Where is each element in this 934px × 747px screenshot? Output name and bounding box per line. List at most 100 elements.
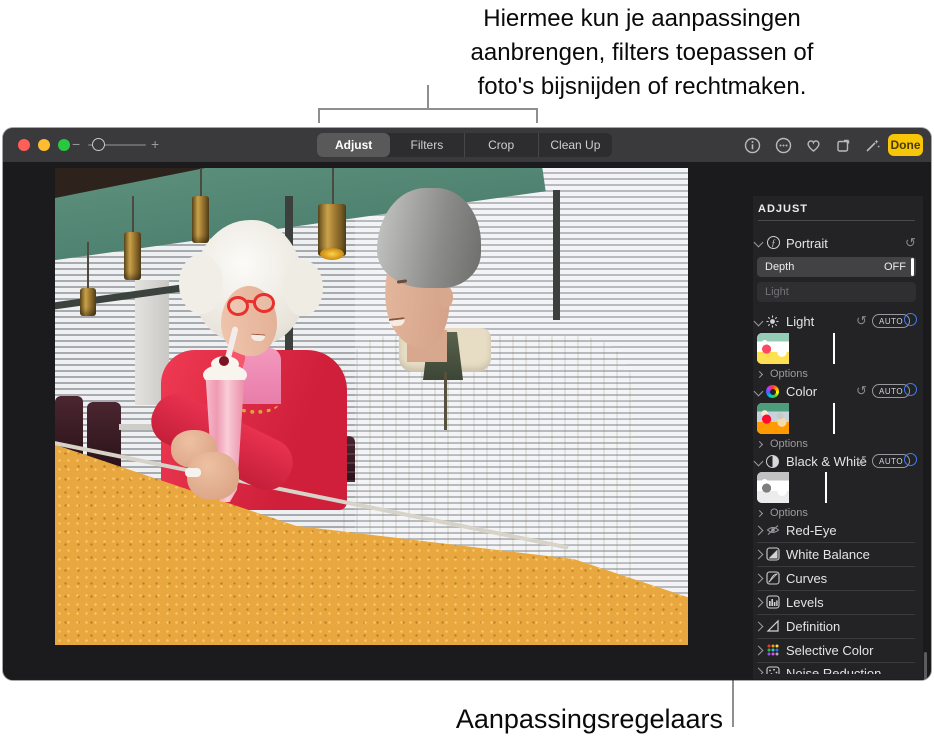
tab-clean-up[interactable]: Clean Up	[538, 133, 612, 157]
info-icon[interactable]	[744, 137, 761, 154]
black-and-white-enabled-toggle[interactable]	[904, 453, 917, 466]
tool-curves[interactable]: Curves	[786, 571, 827, 586]
tool-levels[interactable]: Levels	[786, 595, 824, 610]
black-and-white-strip-marker[interactable]	[825, 472, 827, 503]
chevron-right-icon[interactable]	[754, 550, 764, 560]
black-and-white-thumbnail-strip[interactable]	[757, 472, 916, 503]
callout-top-line1: Hiermee kun je aanpassingen	[402, 2, 882, 36]
pendant-lamp	[80, 288, 96, 316]
light-section-label[interactable]: Light	[786, 314, 814, 329]
reset-portrait-icon[interactable]: ↺	[905, 235, 916, 251]
window-mullion-right	[553, 190, 560, 320]
divider	[757, 566, 915, 567]
photo-canvas[interactable]	[55, 168, 688, 645]
done-button[interactable]: Done	[888, 134, 923, 156]
lamp-cord	[200, 168, 202, 198]
color-strip-marker[interactable]	[833, 403, 835, 434]
man-hair	[377, 188, 481, 288]
adjust-sidebar-scroll-area[interactable]: ADJUST ƒ Portrait ↺ Depth OFF Light	[753, 202, 921, 674]
depth-field[interactable]: Depth OFF	[757, 257, 916, 277]
light-strip-marker[interactable]	[833, 333, 835, 364]
zoom-slider-knob[interactable]	[92, 138, 105, 151]
tool-selective-color[interactable]: Selective Color	[786, 643, 873, 658]
callout-top-bracket-line	[318, 108, 538, 110]
tool-noise-reduction[interactable]: Noise Reduction	[786, 666, 881, 674]
milkshake-cherry	[219, 356, 229, 366]
levels-icon	[766, 595, 780, 609]
sidebar-header-divider	[758, 220, 915, 221]
callout-bottom-label: Aanpassingsregelaars	[0, 704, 723, 735]
pendant-lamp	[124, 232, 141, 280]
chevron-right-icon[interactable]	[754, 598, 764, 608]
man-ear	[439, 286, 453, 308]
rotate-icon[interactable]	[835, 137, 852, 154]
callout-top-line2: aanbrengen, filters toepassen of	[402, 36, 882, 70]
portrait-light-label: Light	[765, 286, 789, 298]
edit-mode-segmented-control: Adjust Filters Crop Clean Up	[317, 133, 612, 157]
light-options-link[interactable]: Options	[770, 368, 808, 380]
lamp-cord	[332, 168, 334, 206]
tab-filters[interactable]: Filters	[390, 133, 463, 157]
light-sun-icon	[766, 315, 779, 328]
auto-enhance-wand-icon[interactable]	[864, 137, 881, 154]
color-enabled-toggle[interactable]	[904, 383, 917, 396]
depth-slider-handle[interactable]	[911, 258, 914, 276]
sidebar-header: ADJUST	[758, 203, 808, 215]
sidebar-scrollbar-thumb[interactable]	[924, 652, 927, 680]
bottom-bar: Portrait	[3, 679, 931, 680]
light-thumbnail-strip[interactable]	[757, 333, 916, 364]
red-eye-icon	[766, 523, 780, 537]
color-options-link[interactable]: Options	[770, 438, 808, 450]
chevron-right-icon[interactable]	[754, 668, 764, 674]
fullscreen-window-button[interactable]	[58, 139, 70, 151]
adjust-sidebar: ADJUST ƒ Portrait ↺ Depth OFF Light	[753, 196, 923, 680]
tool-definition[interactable]: Definition	[786, 619, 840, 634]
divider	[757, 542, 915, 543]
color-thumbnail-strip[interactable]	[757, 403, 916, 434]
chevron-right-icon[interactable]	[754, 622, 764, 632]
light-enabled-toggle[interactable]	[904, 313, 917, 326]
chevron-right-icon[interactable]	[754, 646, 764, 656]
chevron-right-icon[interactable]	[754, 526, 764, 536]
color-wheel-icon	[766, 385, 779, 398]
noise-reduction-icon	[766, 666, 780, 674]
photos-edit-window: − + Adjust Filters Crop Clean Up	[3, 128, 931, 680]
tool-red-eye[interactable]: Red-Eye	[786, 523, 837, 538]
portrait-f-icon: ƒ	[767, 236, 780, 249]
divider	[757, 638, 915, 639]
more-icon[interactable]	[775, 137, 792, 154]
chevron-right-icon[interactable]	[756, 441, 763, 448]
chevron-down-icon[interactable]	[754, 317, 764, 327]
chevron-down-icon[interactable]	[754, 238, 764, 248]
selective-color-icon	[766, 643, 780, 657]
chevron-right-icon[interactable]	[754, 574, 764, 584]
divider	[757, 590, 915, 591]
chevron-down-icon[interactable]	[754, 457, 764, 467]
titlebar: − + Adjust Filters Crop Clean Up	[3, 128, 931, 162]
black-and-white-section-label[interactable]: Black & White	[786, 454, 867, 469]
pendant-lamp	[192, 196, 209, 243]
favorite-heart-icon[interactable]	[805, 137, 822, 154]
portrait-section-label[interactable]: Portrait	[786, 236, 828, 251]
callout-top-line3: foto's bijsnijden of rechtmaken.	[402, 70, 882, 104]
depth-label: Depth	[765, 261, 794, 273]
tab-adjust[interactable]: Adjust	[317, 133, 390, 157]
woman-hair-puff-left	[179, 254, 223, 314]
color-section-label[interactable]: Color	[786, 384, 817, 399]
reset-light-icon[interactable]: ↺	[856, 313, 867, 329]
lamp-cord	[132, 196, 134, 234]
reset-color-icon[interactable]: ↺	[856, 383, 867, 399]
chevron-right-icon[interactable]	[756, 371, 763, 378]
editor-content: ADJUST ƒ Portrait ↺ Depth OFF Light	[3, 162, 931, 680]
man-zipper	[444, 372, 447, 430]
reset-black-and-white-icon[interactable]: ↺	[856, 453, 867, 469]
tool-white-balance[interactable]: White Balance	[786, 547, 870, 562]
chevron-right-icon[interactable]	[756, 510, 763, 517]
black-and-white-options-link[interactable]: Options	[770, 507, 808, 519]
tab-crop[interactable]: Crop	[464, 133, 538, 157]
chevron-down-icon[interactable]	[754, 387, 764, 397]
callout-top-stem-line	[427, 85, 429, 109]
minimize-window-button[interactable]	[38, 139, 50, 151]
close-window-button[interactable]	[18, 139, 30, 151]
curves-icon	[766, 571, 780, 585]
